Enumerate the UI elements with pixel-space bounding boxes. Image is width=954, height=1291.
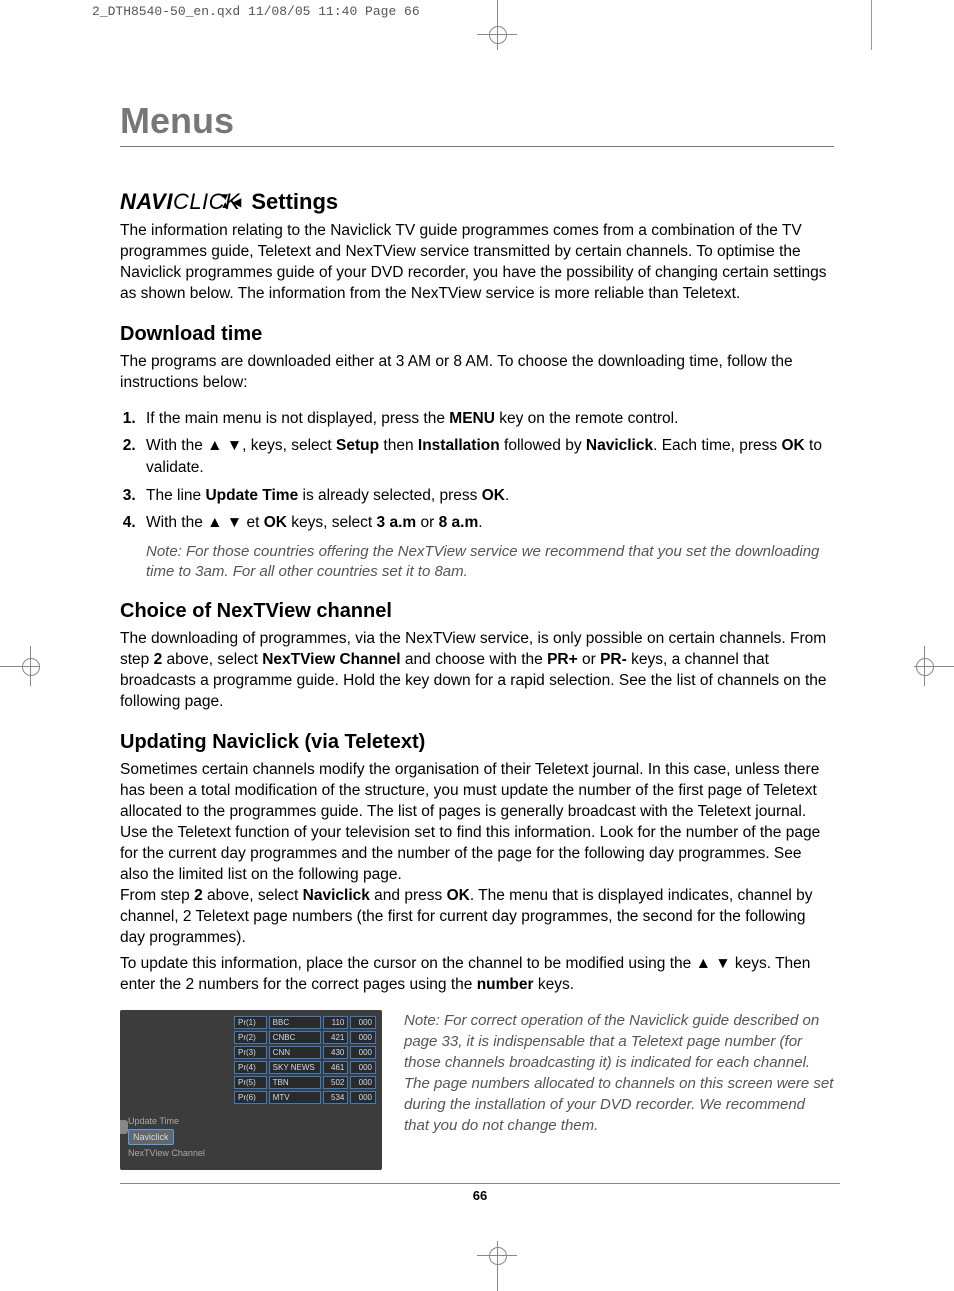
choice-paragraph: The downloading of programmes, via the N…	[120, 629, 834, 713]
screenshot-caption: Note: For correct operation of the Navic…	[404, 1010, 834, 1136]
step-4: With the ▲ ▼ et OK keys, select 3 a.m or…	[140, 512, 834, 534]
download-time-heading: Download time	[120, 323, 834, 346]
sidebar-item-update-time: Update Time	[128, 1114, 205, 1128]
download-time-intro: The programs are downloaded either at 3 …	[120, 352, 834, 394]
table-row: Pr(4)SKY NEWS461000	[234, 1061, 376, 1074]
step-1: If the main menu is not displayed, press…	[140, 408, 834, 430]
screenshot-channel-table: Pr(1)BBC110000 Pr(2)CNBC421000 Pr(3)CNN4…	[234, 1016, 376, 1106]
left-arrow-icon: ◀	[232, 195, 241, 209]
section-heading-settings: NAVICLICK ▼▲ ◀ Settings	[120, 189, 834, 215]
screenshot-tab-icon	[120, 1120, 128, 1134]
page-title: Menus	[120, 100, 834, 147]
settings-heading: Settings	[251, 189, 338, 215]
updating-paragraph-1: Sometimes certain channels modify the or…	[120, 760, 834, 948]
trim-mark	[871, 0, 872, 50]
step-2: With the ▲ ▼, keys, select Setup then In…	[140, 435, 834, 478]
registration-mark-bottom	[477, 1241, 517, 1291]
updating-paragraph-2: To update this information, place the cu…	[120, 954, 834, 996]
logo-bold: NAVI	[120, 189, 173, 214]
download-steps: If the main menu is not displayed, press…	[120, 408, 834, 534]
step-3: The line Update Time is already selected…	[140, 485, 834, 507]
sidebar-item-nextview: NexTView Channel	[128, 1146, 205, 1160]
table-row: Pr(6)MTV534000	[234, 1091, 376, 1104]
updating-heading: Updating Naviclick (via Teletext)	[120, 731, 834, 754]
note-download-time: Note: For those countries offering the N…	[146, 542, 834, 583]
choice-heading: Choice of NexTView channel	[120, 600, 834, 623]
screenshot-sidebar: Update Time Naviclick NexTView Channel	[128, 1114, 205, 1160]
sidebar-item-naviclick: Naviclick	[128, 1129, 174, 1145]
naviclick-screenshot: Update Time Naviclick NexTView Channel P…	[120, 1010, 382, 1170]
table-row: Pr(5)TBN502000	[234, 1076, 376, 1089]
table-row: Pr(3)CNN430000	[234, 1046, 376, 1059]
arrow-cluster-icon: ▼▲	[220, 194, 230, 210]
intro-paragraph: The information relating to the Naviclic…	[120, 221, 834, 305]
table-row: Pr(2)CNBC421000	[234, 1031, 376, 1044]
registration-mark-right	[914, 646, 954, 686]
registration-mark-left	[0, 646, 40, 686]
table-row: Pr(1)BBC110000	[234, 1016, 376, 1029]
page-number: 66	[120, 1183, 840, 1203]
printer-header: 2_DTH8540-50_en.qxd 11/08/05 11:40 Page …	[92, 4, 420, 19]
